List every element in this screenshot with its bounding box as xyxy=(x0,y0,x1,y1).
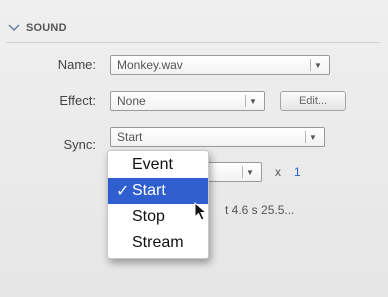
menu-item-label: Stop xyxy=(132,208,165,225)
dropdown-arrow-icon: ▼ xyxy=(310,59,325,71)
sound-info-text: t 4.6 s 25.5... xyxy=(225,203,295,217)
name-select[interactable]: Monkey.wav ▼ xyxy=(110,55,330,75)
dropdown-arrow-icon: ▼ xyxy=(242,166,257,178)
section-title: SOUND xyxy=(26,22,67,34)
sync-label: Sync: xyxy=(63,137,96,152)
effect-select[interactable]: None ▼ xyxy=(110,91,265,111)
menu-item-start[interactable]: ✓ Start xyxy=(108,178,208,204)
menu-item-stop[interactable]: Stop xyxy=(108,204,208,230)
chevron-down-icon xyxy=(8,24,20,32)
effect-value: None xyxy=(117,94,146,108)
repeat-count[interactable]: 1 xyxy=(294,165,301,179)
menu-item-label: Start xyxy=(132,182,166,199)
divider xyxy=(6,42,380,43)
times-symbol: x xyxy=(275,165,281,179)
menu-item-label: Stream xyxy=(132,234,184,251)
sync-value: Start xyxy=(117,130,143,144)
dropdown-arrow-icon: ▼ xyxy=(305,131,320,143)
properties-panel: SOUND Name: Monkey.wav ▼ Effect: None ▼ … xyxy=(0,0,388,297)
repeat-select[interactable]: ▼ xyxy=(200,162,262,182)
menu-item-event[interactable]: Event xyxy=(108,152,208,178)
effect-label: Effect: xyxy=(59,93,96,108)
dropdown-arrow-icon: ▼ xyxy=(245,95,260,107)
sync-select[interactable]: Start ▼ xyxy=(110,127,325,147)
name-label: Name: xyxy=(57,57,96,72)
mouse-pointer-icon xyxy=(194,201,208,227)
edit-button[interactable]: Edit... xyxy=(280,91,346,111)
name-value: Monkey.wav xyxy=(117,58,183,72)
menu-item-stream[interactable]: Stream xyxy=(108,230,208,256)
checkmark: ✓ xyxy=(116,183,130,200)
sound-section-header[interactable]: SOUND xyxy=(8,18,67,38)
menu-item-label: Event xyxy=(132,156,173,173)
